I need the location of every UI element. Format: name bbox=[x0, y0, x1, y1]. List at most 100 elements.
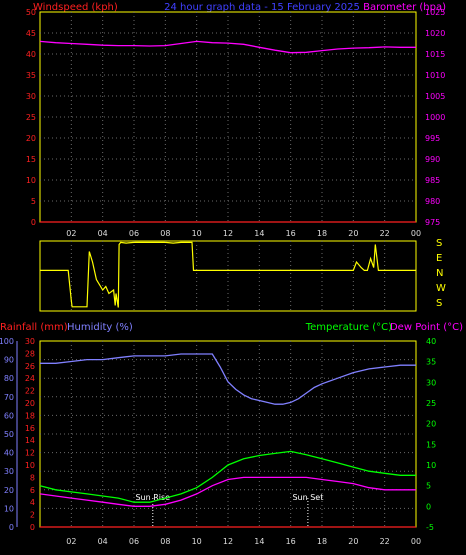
humidity-tick-label: 90 bbox=[4, 356, 14, 365]
x-tick-label: 22 bbox=[380, 537, 390, 546]
windspeed-tick-label: 25 bbox=[26, 113, 36, 122]
rainfall-tick-label: 8 bbox=[30, 473, 35, 482]
wind-direction-plot bbox=[39, 240, 417, 312]
temperature-axis-label: Temperature (°C) bbox=[305, 322, 392, 333]
wind-direction-label: E bbox=[436, 253, 442, 264]
windspeed-tick-label: 40 bbox=[26, 50, 36, 59]
barometer-axis-ticks: 975 980 985 990 995 1000 1005 1010 1015 1020 1025 bbox=[425, 8, 445, 227]
barometer-tick-label: 1005 bbox=[425, 92, 445, 101]
windspeed-tick-label: 50 bbox=[26, 8, 36, 17]
humidity-tick-label: 10 bbox=[4, 504, 14, 513]
x-tick-label: 16 bbox=[286, 229, 296, 238]
temperature-humidity-x-ticks: 02 04 06 08 10 12 14 16 18 20 22 00 bbox=[66, 537, 421, 546]
temperature-tick-label: 25 bbox=[426, 399, 436, 408]
rainfall-tick-label: 10 bbox=[25, 461, 35, 470]
rainfall-tick-label: 22 bbox=[25, 387, 35, 396]
x-tick-label: 12 bbox=[223, 537, 233, 546]
temperature-tick-label: 5 bbox=[426, 482, 431, 491]
temperature-tick-label: 0 bbox=[426, 502, 431, 511]
rainfall-tick-label: 30 bbox=[25, 337, 35, 346]
x-tick-label: 00 bbox=[411, 229, 421, 238]
rainfall-tick-label: 12 bbox=[25, 449, 35, 458]
x-tick-label: 18 bbox=[317, 229, 327, 238]
sunset-label: Sun Set bbox=[292, 493, 323, 502]
humidity-tick-label: 40 bbox=[4, 449, 14, 458]
temperature-tick-label: 15 bbox=[426, 440, 436, 449]
wind-direction-labels: SENWS bbox=[436, 238, 446, 309]
windspeed-axis-label: Windspeed (kph) bbox=[33, 2, 118, 13]
windspeed-axis-ticks: 0 5 10 15 20 25 30 35 40 45 50 bbox=[26, 8, 36, 227]
windspeed-tick-label: 20 bbox=[26, 134, 36, 143]
windspeed-tick-label: 0 bbox=[31, 218, 36, 227]
wind-direction-label: W bbox=[436, 283, 446, 294]
dew-point-axis-label: Dew Point (°C) bbox=[390, 322, 463, 333]
rainfall-axis-label: Rainfall (mm) bbox=[0, 322, 68, 333]
rainfall-tick-label: 14 bbox=[25, 436, 35, 445]
x-tick-label: 06 bbox=[129, 229, 139, 238]
wind-direction-label: S bbox=[436, 238, 442, 249]
humidity-tick-label: 100 bbox=[0, 337, 14, 346]
x-tick-label: 20 bbox=[348, 229, 358, 238]
rainfall-tick-label: 24 bbox=[25, 374, 35, 383]
wind-pressure-x-ticks: 02 04 06 08 10 12 14 16 18 20 22 00 bbox=[66, 229, 421, 238]
rainfall-tick-label: 2 bbox=[30, 511, 35, 520]
temperature-tick-label: 10 bbox=[426, 461, 436, 470]
x-tick-label: 10 bbox=[192, 229, 202, 238]
barometer-tick-label: 1015 bbox=[425, 50, 445, 59]
x-tick-label: 20 bbox=[348, 537, 358, 546]
rainfall-axis-ticks: 024681012141618202224262830 bbox=[25, 337, 35, 532]
temperature-tick-label: 30 bbox=[426, 378, 436, 387]
x-tick-label: 08 bbox=[160, 229, 170, 238]
x-tick-label: 02 bbox=[66, 537, 76, 546]
x-tick-label: 04 bbox=[98, 537, 108, 546]
wind-direction-label: N bbox=[436, 268, 443, 279]
x-tick-label: 12 bbox=[223, 229, 233, 238]
barometer-tick-label: 975 bbox=[425, 218, 440, 227]
barometer-tick-label: 980 bbox=[425, 197, 440, 206]
temperature-tick-label: -5 bbox=[426, 523, 434, 532]
humidity-axis-label: Humidity (%) bbox=[67, 322, 133, 333]
x-tick-label: 02 bbox=[66, 229, 76, 238]
temperature-tick-label: 20 bbox=[426, 420, 436, 429]
barometer-tick-label: 1000 bbox=[425, 113, 445, 122]
humidity-tick-label: 20 bbox=[4, 486, 14, 495]
humidity-tick-label: 80 bbox=[4, 374, 14, 383]
x-tick-label: 10 bbox=[192, 537, 202, 546]
rainfall-tick-label: 6 bbox=[30, 486, 35, 495]
windspeed-tick-label: 45 bbox=[26, 29, 36, 38]
x-tick-label: 06 bbox=[129, 537, 139, 546]
weather-chart: Windspeed (kph) 24 hour graph data - 15 … bbox=[0, 2, 463, 546]
x-tick-label: 14 bbox=[254, 537, 264, 546]
windspeed-tick-label: 35 bbox=[26, 71, 36, 80]
x-tick-label: 00 bbox=[411, 537, 421, 546]
temperature-tick-label: 40 bbox=[426, 337, 436, 346]
rainfall-tick-label: 0 bbox=[30, 523, 35, 532]
temperature-tick-label: 35 bbox=[426, 358, 436, 367]
temperature-axis-ticks: -5 0 5 10 15 20 25 30 35 40 bbox=[426, 337, 436, 532]
barometer-tick-label: 1025 bbox=[425, 8, 445, 17]
barometer-tick-label: 990 bbox=[425, 155, 440, 164]
wind-direction-label: S bbox=[436, 298, 442, 309]
barometer-tick-label: 985 bbox=[425, 176, 440, 185]
rainfall-tick-label: 20 bbox=[25, 399, 35, 408]
x-tick-label: 04 bbox=[98, 229, 108, 238]
humidity-tick-label: 0 bbox=[9, 523, 14, 532]
x-tick-label: 08 bbox=[160, 537, 170, 546]
humidity-tick-label: 30 bbox=[4, 467, 14, 476]
humidity-axis-ticks: 0 10 20 30 40 50 60 70 80 90 100 bbox=[0, 337, 18, 532]
humidity-tick-label: 60 bbox=[4, 411, 14, 420]
x-tick-label: 16 bbox=[286, 537, 296, 546]
humidity-tick-label: 50 bbox=[4, 430, 14, 439]
windspeed-tick-label: 30 bbox=[26, 92, 36, 101]
humidity-tick-label: 70 bbox=[4, 393, 14, 402]
windspeed-tick-label: 15 bbox=[26, 155, 36, 164]
rainfall-tick-label: 18 bbox=[25, 411, 35, 420]
sunrise-label: Sun Rise bbox=[135, 493, 170, 502]
windspeed-tick-label: 5 bbox=[31, 197, 36, 206]
barometer-tick-label: 1010 bbox=[425, 71, 445, 80]
rainfall-tick-label: 16 bbox=[25, 424, 35, 433]
x-tick-label: 18 bbox=[317, 537, 327, 546]
rainfall-tick-label: 26 bbox=[25, 362, 35, 371]
rainfall-tick-label: 4 bbox=[30, 498, 35, 507]
barometer-tick-label: 995 bbox=[425, 134, 440, 143]
